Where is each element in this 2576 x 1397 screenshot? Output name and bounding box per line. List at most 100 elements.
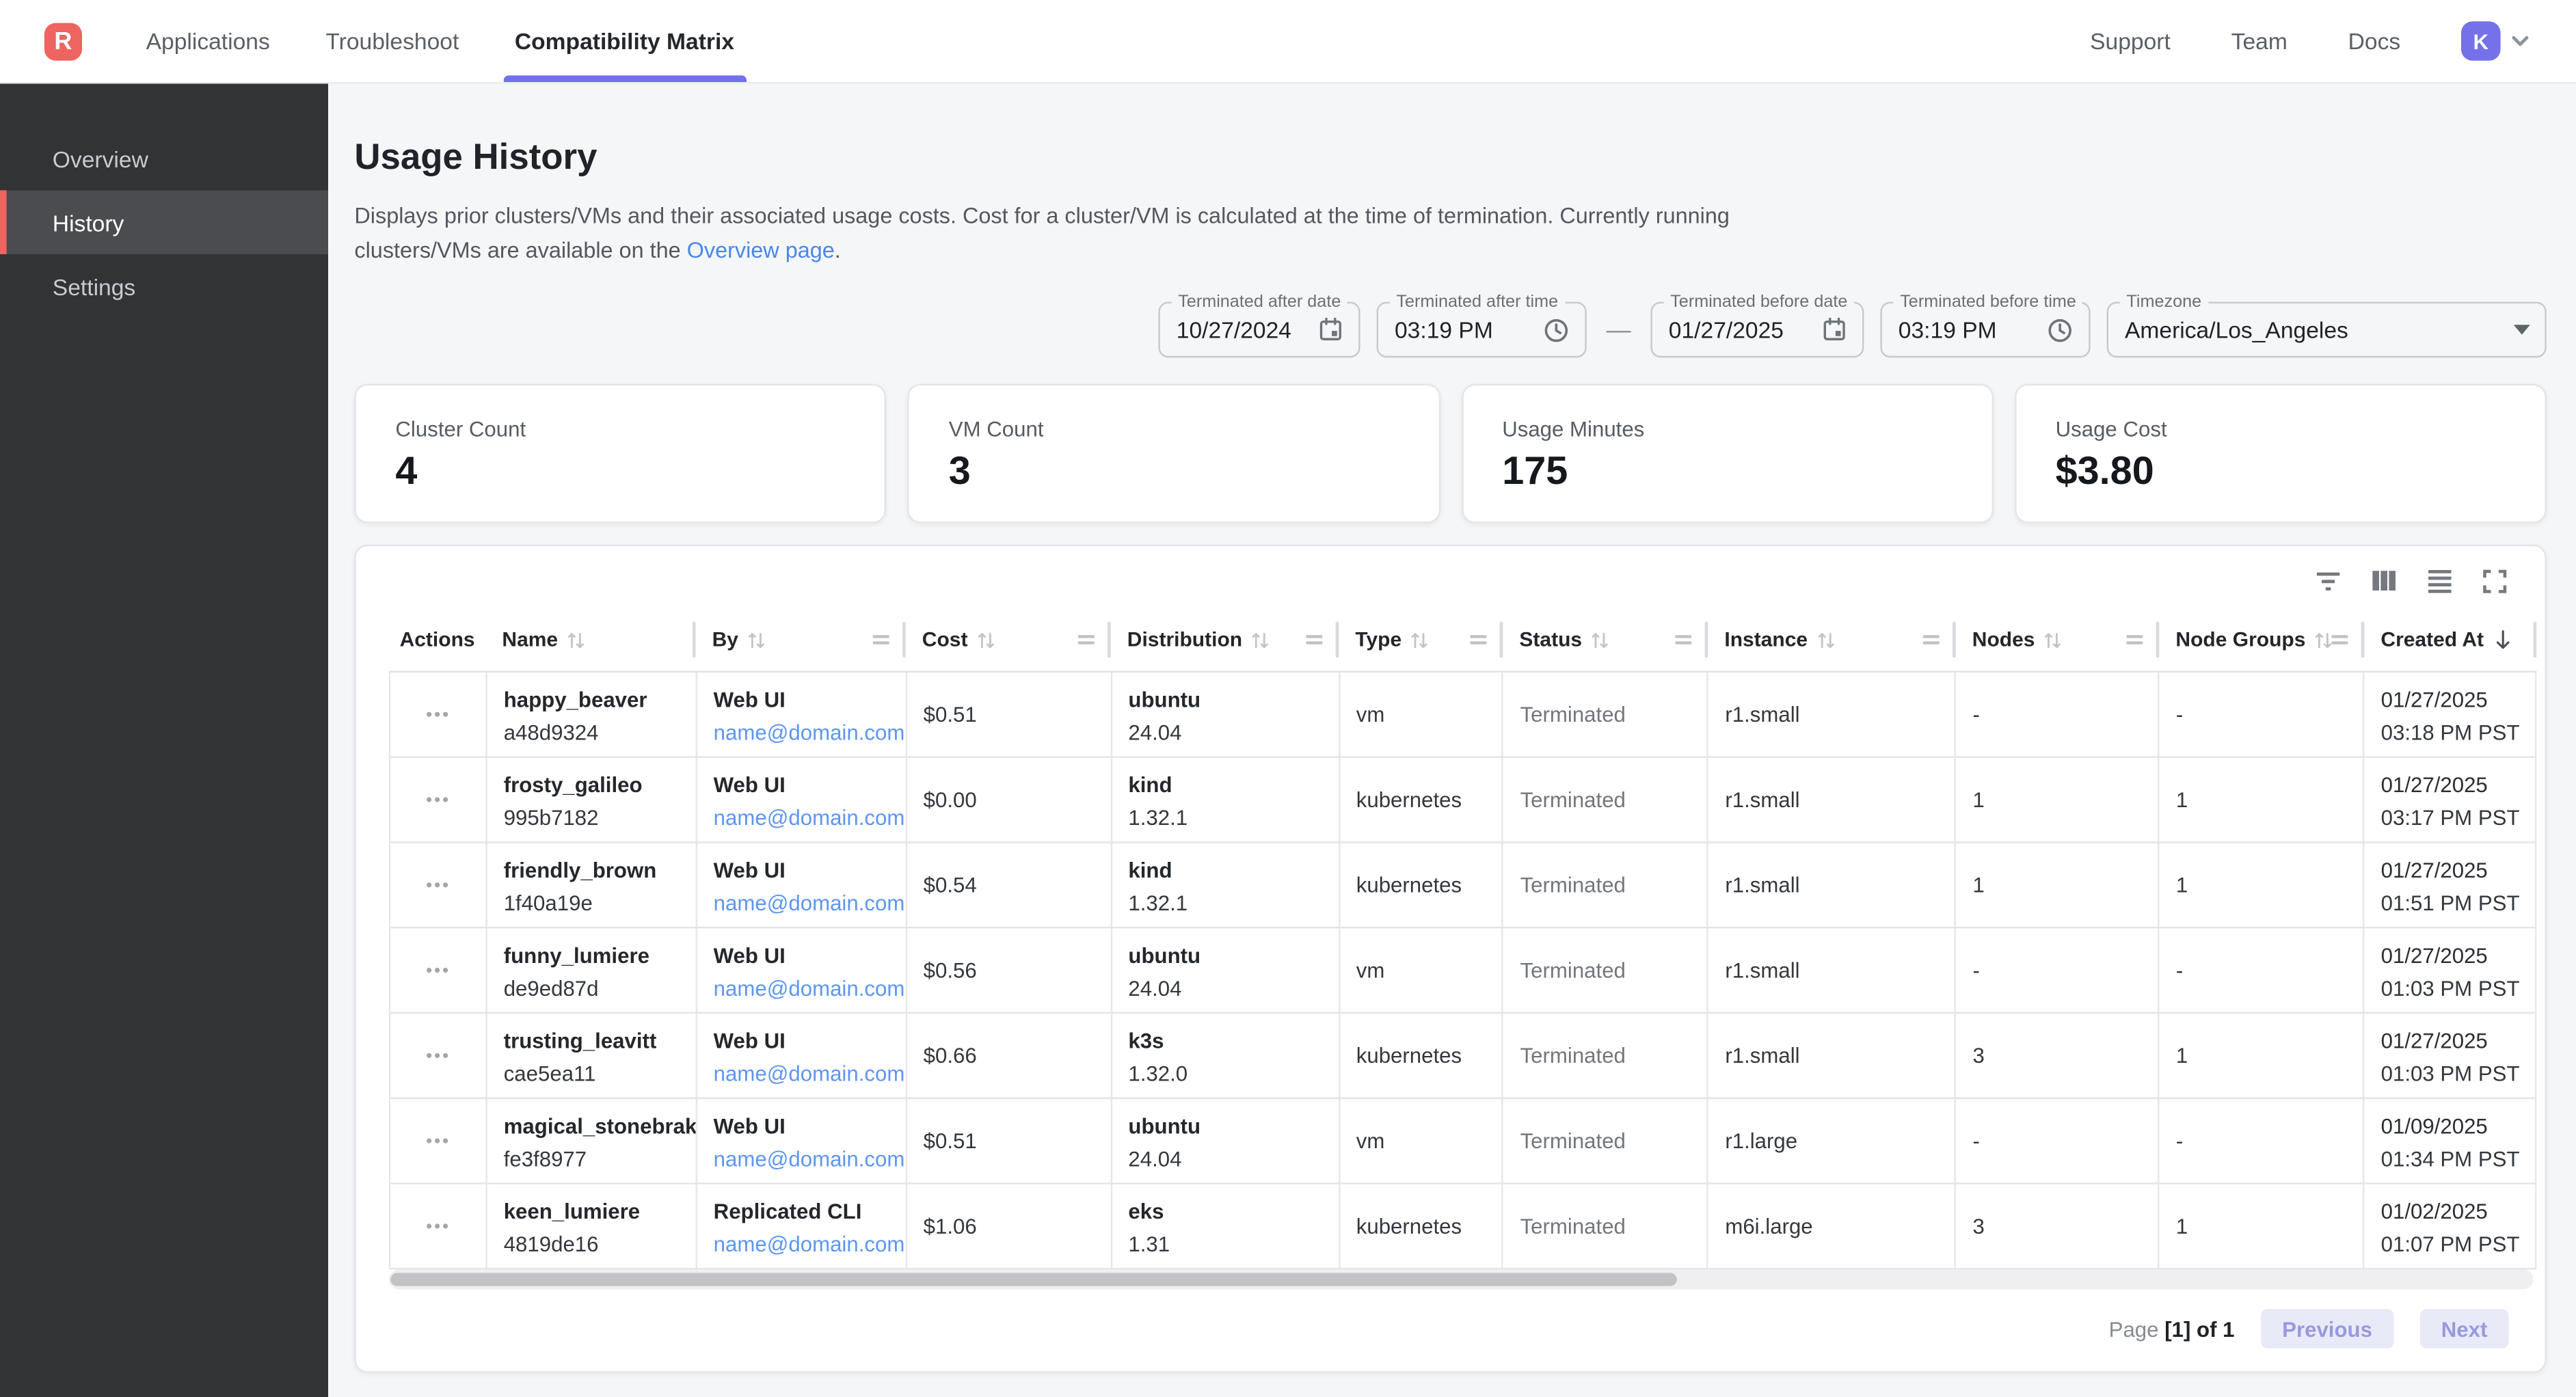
instance-cell: r1.large bbox=[1708, 1099, 1956, 1182]
clock-icon[interactable] bbox=[1542, 316, 1570, 344]
row-actions-button[interactable] bbox=[421, 1046, 455, 1064]
columns-icon[interactable] bbox=[2370, 566, 2399, 595]
nodes-value: 1 bbox=[1972, 787, 2158, 812]
column-menu-icon[interactable] bbox=[1468, 630, 1488, 650]
previous-page-button[interactable]: Previous bbox=[2261, 1309, 2393, 1348]
sort-arrows-icon bbox=[976, 629, 995, 650]
calendar-icon[interactable] bbox=[1821, 316, 1847, 342]
tab-compatibility-matrix[interactable]: Compatibility Matrix bbox=[487, 0, 762, 82]
data-grid: Actions Name By Cost Distribution Type bbox=[389, 608, 2537, 1269]
status-cell: Terminated bbox=[1504, 1184, 1709, 1268]
nodes-value: - bbox=[1972, 702, 2158, 727]
tab-applications-label: Applications bbox=[146, 28, 270, 54]
row-actions-button[interactable] bbox=[421, 791, 455, 809]
timezone-select[interactable]: Timezone America/Los_Angeles bbox=[2107, 302, 2547, 358]
created-by-email-link[interactable]: name@domain.com bbox=[714, 973, 906, 1004]
distribution-cell: eks 1.31 bbox=[1112, 1184, 1339, 1268]
column-menu-icon[interactable] bbox=[2330, 630, 2350, 650]
column-header-nodes[interactable]: Nodes bbox=[1956, 608, 2160, 670]
column-header-status[interactable]: Status bbox=[1503, 608, 1708, 670]
cluster-id: 1f40a19e bbox=[504, 887, 696, 919]
distribution-name: eks bbox=[1128, 1196, 1338, 1228]
created-date: 01/09/2025 bbox=[2381, 1111, 2535, 1142]
created-by-email-link[interactable]: name@domain.com bbox=[714, 802, 906, 834]
tab-applications[interactable]: Applications bbox=[118, 0, 298, 82]
distribution-cell: k3s 1.32.0 bbox=[1112, 1014, 1339, 1097]
column-menu-icon[interactable] bbox=[1921, 630, 1941, 650]
nav-link-docs[interactable]: Docs bbox=[2348, 28, 2401, 54]
column-menu-icon[interactable] bbox=[1304, 630, 1324, 650]
sort-arrows-icon bbox=[2043, 629, 2063, 650]
stat-card-vm-count: VM Count 3 bbox=[908, 384, 1440, 524]
distribution-name: ubuntu bbox=[1128, 684, 1338, 716]
tab-troubleshoot[interactable]: Troubleshoot bbox=[298, 0, 487, 82]
instance-cell: r1.small bbox=[1708, 928, 1956, 1012]
nodes-cell: - bbox=[1956, 1099, 2159, 1182]
cluster-id: 4819de16 bbox=[504, 1229, 696, 1260]
column-menu-icon[interactable] bbox=[871, 630, 891, 650]
column-header-by[interactable]: By bbox=[696, 608, 906, 670]
created-by-email-link[interactable]: name@domain.com bbox=[714, 1058, 906, 1089]
row-actions-button[interactable] bbox=[421, 1132, 455, 1150]
overview-page-link[interactable]: Overview page bbox=[687, 238, 835, 262]
row-actions-button[interactable] bbox=[421, 705, 455, 723]
created-by-source: Web UI bbox=[714, 940, 906, 971]
terminated-before-date-label: Terminated before date bbox=[1664, 292, 1854, 312]
scrollbar-thumb[interactable] bbox=[390, 1273, 1677, 1286]
calendar-icon[interactable] bbox=[1317, 316, 1343, 342]
filter-icon[interactable] bbox=[2313, 566, 2343, 595]
column-header-type[interactable]: Type bbox=[1339, 608, 1503, 670]
sidebar-item-history[interactable]: History bbox=[0, 190, 328, 254]
replicated-logo[interactable]: R bbox=[44, 22, 82, 59]
created-by-email-link[interactable]: name@domain.com bbox=[714, 717, 906, 748]
terminated-before-time-field[interactable]: Terminated before time 03:19 PM bbox=[1880, 302, 2090, 358]
created-at-cell: 01/27/2025 03:17 PM PST bbox=[2365, 758, 2537, 841]
nodes-value: 1 bbox=[1972, 873, 2158, 897]
column-header-distribution[interactable]: Distribution bbox=[1111, 608, 1339, 670]
created-at-cell: 01/27/2025 01:03 PM PST bbox=[2365, 1014, 2537, 1097]
date-range-dash: — bbox=[1607, 316, 1631, 344]
type-value: kubernetes bbox=[1356, 1043, 1502, 1068]
page-value: [1] of 1 bbox=[2164, 1316, 2234, 1341]
nav-link-team[interactable]: Team bbox=[2231, 28, 2287, 54]
cost-value: $0.00 bbox=[924, 787, 1110, 812]
density-icon[interactable] bbox=[2425, 566, 2454, 595]
column-menu-icon[interactable] bbox=[1076, 630, 1096, 650]
sidebar-item-overview[interactable]: Overview bbox=[0, 126, 328, 191]
chevron-down-icon[interactable] bbox=[2509, 29, 2532, 53]
node-groups-value: - bbox=[2176, 958, 2363, 983]
row-actions-button[interactable] bbox=[421, 1217, 455, 1235]
sort-arrows-icon bbox=[566, 629, 586, 650]
nodes-cell: 3 bbox=[1956, 1184, 2159, 1268]
terminated-before-date-field[interactable]: Terminated before date 01/27/2025 bbox=[1650, 302, 1864, 358]
cluster-name: friendly_brown bbox=[504, 854, 696, 886]
user-avatar[interactable]: K bbox=[2461, 21, 2501, 61]
nav-link-support[interactable]: Support bbox=[2090, 28, 2171, 54]
column-header-name[interactable]: Name bbox=[485, 608, 695, 670]
terminated-after-date-field[interactable]: Terminated after date 10/27/2024 bbox=[1158, 302, 1360, 358]
distribution-version: 1.31 bbox=[1128, 1229, 1338, 1260]
distribution-name: k3s bbox=[1128, 1025, 1338, 1057]
fullscreen-icon[interactable] bbox=[2481, 567, 2509, 595]
cluster-id: cae5ea11 bbox=[504, 1058, 696, 1089]
row-actions-button[interactable] bbox=[421, 876, 455, 894]
distribution-name: kind bbox=[1128, 854, 1338, 886]
created-by-email-link[interactable]: name@domain.com bbox=[714, 887, 906, 919]
column-header-created-at[interactable]: Created At bbox=[2364, 608, 2536, 670]
column-menu-icon[interactable] bbox=[2125, 630, 2145, 650]
next-page-button[interactable]: Next bbox=[2420, 1309, 2509, 1348]
row-actions-button[interactable] bbox=[421, 961, 455, 979]
stat-label: VM Count bbox=[949, 417, 1399, 442]
column-header-node-groups[interactable]: Node Groups bbox=[2159, 608, 2364, 670]
column-separator[interactable] bbox=[2534, 622, 2537, 658]
sidebar-item-settings[interactable]: Settings bbox=[0, 254, 328, 318]
created-by-email-link[interactable]: name@domain.com bbox=[714, 1229, 906, 1260]
created-by-email-link[interactable]: name@domain.com bbox=[714, 1143, 906, 1175]
column-header-cost[interactable]: Cost bbox=[906, 608, 1111, 670]
node-groups-cell: 1 bbox=[2160, 1184, 2365, 1268]
status-value: Terminated bbox=[1520, 873, 1707, 897]
column-menu-icon[interactable] bbox=[1674, 630, 1693, 650]
clock-icon[interactable] bbox=[2046, 316, 2074, 344]
column-header-instance[interactable]: Instance bbox=[1708, 608, 1955, 670]
terminated-after-time-field[interactable]: Terminated after time 03:19 PM bbox=[1377, 302, 1587, 358]
